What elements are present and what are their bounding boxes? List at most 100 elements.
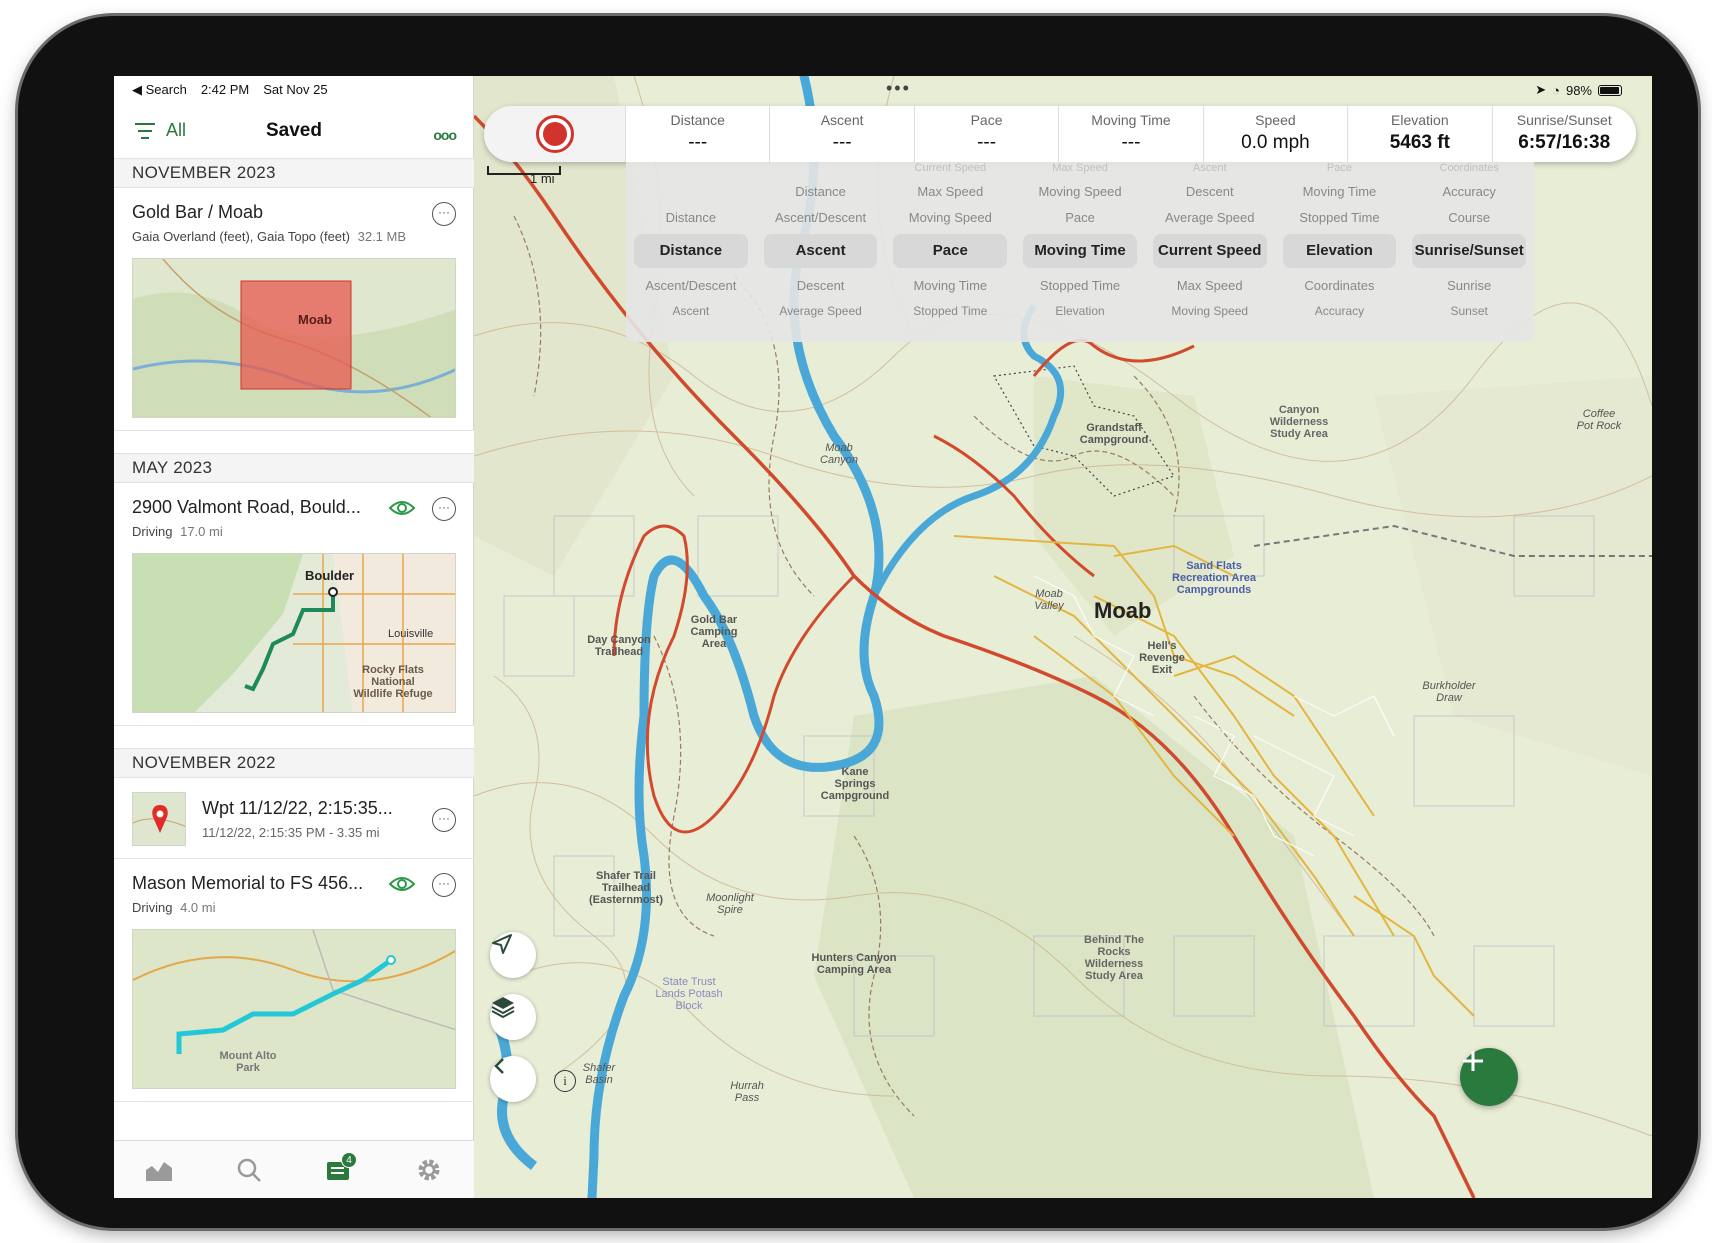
status-bar-right: ➤ ◔ 98% xyxy=(1535,82,1622,98)
map-label: State Trust Lands Potash Block xyxy=(655,976,723,1012)
filter-icon[interactable] xyxy=(134,122,156,140)
picker-option[interactable]: Descent xyxy=(1145,184,1275,199)
picker-option[interactable]: Moving Time xyxy=(1275,184,1405,199)
item-type: Driving xyxy=(132,900,173,915)
picker-selected[interactable]: Pace xyxy=(893,234,1008,268)
picker-option[interactable]: Coordinates xyxy=(1404,162,1534,174)
collapse-sidebar-button[interactable] xyxy=(490,1056,536,1102)
picker-column[interactable]: Current Speed Max Speed Moving Speed Pac… xyxy=(885,162,1015,342)
saved-list[interactable]: NOVEMBER 2023 Gold Bar / Moab Gaia Overl… xyxy=(114,158,474,1138)
stat-pace[interactable]: Pace --- xyxy=(915,106,1060,162)
picker-column[interactable]: Distance Ascent/Descent Ascent Descent A… xyxy=(756,162,886,342)
back-to-search-link[interactable]: ◀ Search xyxy=(132,82,187,98)
stat-moving-time[interactable]: Moving Time --- xyxy=(1059,106,1204,162)
tab-search[interactable] xyxy=(229,1150,269,1190)
picker-option[interactable]: Stopped Time xyxy=(1015,278,1145,293)
item-title: 2900 Valmont Road, Bould... xyxy=(132,497,361,517)
picker-option[interactable]: Current Speed xyxy=(885,162,1015,174)
list-item-valmont[interactable]: 2900 Valmont Road, Bould... Driving 17.0… xyxy=(114,483,474,726)
tab-settings[interactable] xyxy=(409,1150,449,1190)
topo-map[interactable]: ••• ➤ ◔ 98% Moab Moab Valley Gold Bar Ca… xyxy=(474,76,1652,1198)
picker-option[interactable]: Ascent xyxy=(626,304,756,318)
picker-option[interactable]: Moving Speed xyxy=(1015,184,1145,199)
picker-option[interactable]: Ascent/Descent xyxy=(756,210,886,225)
picker-option[interactable]: Sunrise xyxy=(1404,278,1534,293)
picker-option[interactable]: Max Speed xyxy=(1145,278,1275,293)
locate-me-button[interactable] xyxy=(490,932,536,978)
picker-column[interactable]: Ascent Descent Average Speed Current Spe… xyxy=(1145,162,1275,342)
picker-selected[interactable]: Sunrise/Sunset xyxy=(1412,234,1527,268)
more-options-icon[interactable]: ooo xyxy=(433,127,457,143)
item-more-button[interactable]: ··· xyxy=(432,873,456,897)
picker-option[interactable]: Descent xyxy=(756,278,886,293)
stat-sunrise-sunset[interactable]: Sunrise/Sunset 6:57/16:38 xyxy=(1493,106,1636,162)
picker-selected[interactable]: Current Speed xyxy=(1152,234,1267,268)
chevron-left-icon xyxy=(494,1058,504,1074)
item-more-button[interactable]: ··· xyxy=(432,497,456,521)
stat-distance[interactable]: Distance --- xyxy=(626,106,771,162)
picker-selected[interactable]: Distance xyxy=(634,234,748,268)
multitask-dots-icon[interactable]: ••• xyxy=(886,78,911,99)
list-item-gold-bar[interactable]: Gold Bar / Moab Gaia Overland (feet), Ga… xyxy=(114,188,474,431)
plus-icon xyxy=(1463,1051,1483,1071)
picker-selected[interactable]: Moving Time xyxy=(1023,234,1137,268)
sidebar-header: All Saved ooo xyxy=(114,110,474,156)
picker-option[interactable]: Sunset xyxy=(1404,304,1534,318)
gear-icon xyxy=(418,1159,440,1180)
picker-option[interactable]: Pace xyxy=(1275,162,1405,174)
thumb-label: Boulder xyxy=(305,568,355,583)
list-item-mason[interactable]: Mason Memorial to FS 456... Driving 4.0 … xyxy=(114,859,474,1102)
info-icon[interactable]: i xyxy=(554,1070,576,1092)
item-type: Driving xyxy=(132,524,173,539)
picker-column[interactable]: Max Speed Moving Speed Pace Moving Time … xyxy=(1015,162,1145,342)
thumb-label: Mount Alto Park xyxy=(219,1050,277,1074)
picker-selected[interactable]: Ascent xyxy=(763,234,878,268)
item-subtitle: Driving 4.0 mi xyxy=(132,900,456,915)
picker-column[interactable]: Distance Distance Ascent/Descent Ascent xyxy=(626,162,756,342)
stat-speed[interactable]: Speed 0.0 mph xyxy=(1204,106,1349,162)
picker-option[interactable]: Average Speed xyxy=(756,304,886,318)
add-button[interactable] xyxy=(1460,1048,1518,1106)
picker-option[interactable]: Ascent/Descent xyxy=(626,278,756,293)
map-thumbnail[interactable]: Boulder Louisville Rocky Flats National … xyxy=(132,553,456,713)
picker-option[interactable]: Distance xyxy=(756,184,886,199)
tab-stats[interactable] xyxy=(139,1150,179,1190)
visibility-eye-icon[interactable] xyxy=(388,873,416,895)
list-item-waypoint[interactable]: Wpt 11/12/22, 2:15:35... 11/12/22, 2:15:… xyxy=(114,778,474,859)
waypoint-thumbnail[interactable] xyxy=(132,792,186,846)
filter-all-button[interactable]: All xyxy=(166,120,186,141)
picker-option[interactable]: Stopped Time xyxy=(885,304,1015,318)
stat-picker[interactable]: Distance Distance Ascent/Descent Ascent … xyxy=(626,162,1534,342)
picker-option[interactable]: Average Speed xyxy=(1145,210,1275,225)
picker-column[interactable]: Coordinates Accuracy Course Sunrise/Suns… xyxy=(1404,162,1534,342)
picker-option[interactable]: Accuracy xyxy=(1275,304,1405,318)
picker-option[interactable]: Elevation xyxy=(1015,304,1145,318)
picker-option[interactable]: Pace xyxy=(1015,210,1145,225)
record-button[interactable] xyxy=(535,115,574,153)
stat-elevation[interactable]: Elevation 5463 ft xyxy=(1348,106,1493,162)
tab-saved[interactable]: 4 xyxy=(319,1150,359,1190)
picker-selected[interactable]: Elevation xyxy=(1282,234,1397,268)
map-label: Kane Springs Campground xyxy=(820,766,890,802)
layers-button[interactable] xyxy=(490,994,536,1040)
stat-value: --- xyxy=(977,132,997,153)
picker-option[interactable]: Coordinates xyxy=(1275,278,1405,293)
picker-option[interactable]: Accuracy xyxy=(1404,184,1534,199)
thumb-label: Moab xyxy=(298,312,332,327)
stat-ascent[interactable]: Ascent --- xyxy=(770,106,915,162)
picker-option[interactable]: Moving Speed xyxy=(885,210,1015,225)
map-thumbnail[interactable]: Mount Alto Park xyxy=(132,929,456,1089)
visibility-eye-icon[interactable] xyxy=(388,497,416,519)
picker-option[interactable]: Course xyxy=(1404,210,1534,225)
map-thumbnail[interactable]: Moab xyxy=(132,258,456,418)
picker-column[interactable]: Pace Moving Time Stopped Time Elevation … xyxy=(1275,162,1405,342)
picker-option[interactable]: Max Speed xyxy=(1015,162,1145,174)
item-more-button[interactable]: ··· xyxy=(432,808,456,832)
picker-option[interactable]: Stopped Time xyxy=(1275,210,1405,225)
picker-option[interactable]: Moving Time xyxy=(885,278,1015,293)
picker-option[interactable]: Ascent xyxy=(1145,162,1275,174)
item-more-button[interactable]: ··· xyxy=(432,202,456,226)
picker-option[interactable]: Moving Speed xyxy=(1145,304,1275,318)
picker-option[interactable]: Max Speed xyxy=(885,184,1015,199)
picker-option[interactable]: Distance xyxy=(626,210,756,225)
